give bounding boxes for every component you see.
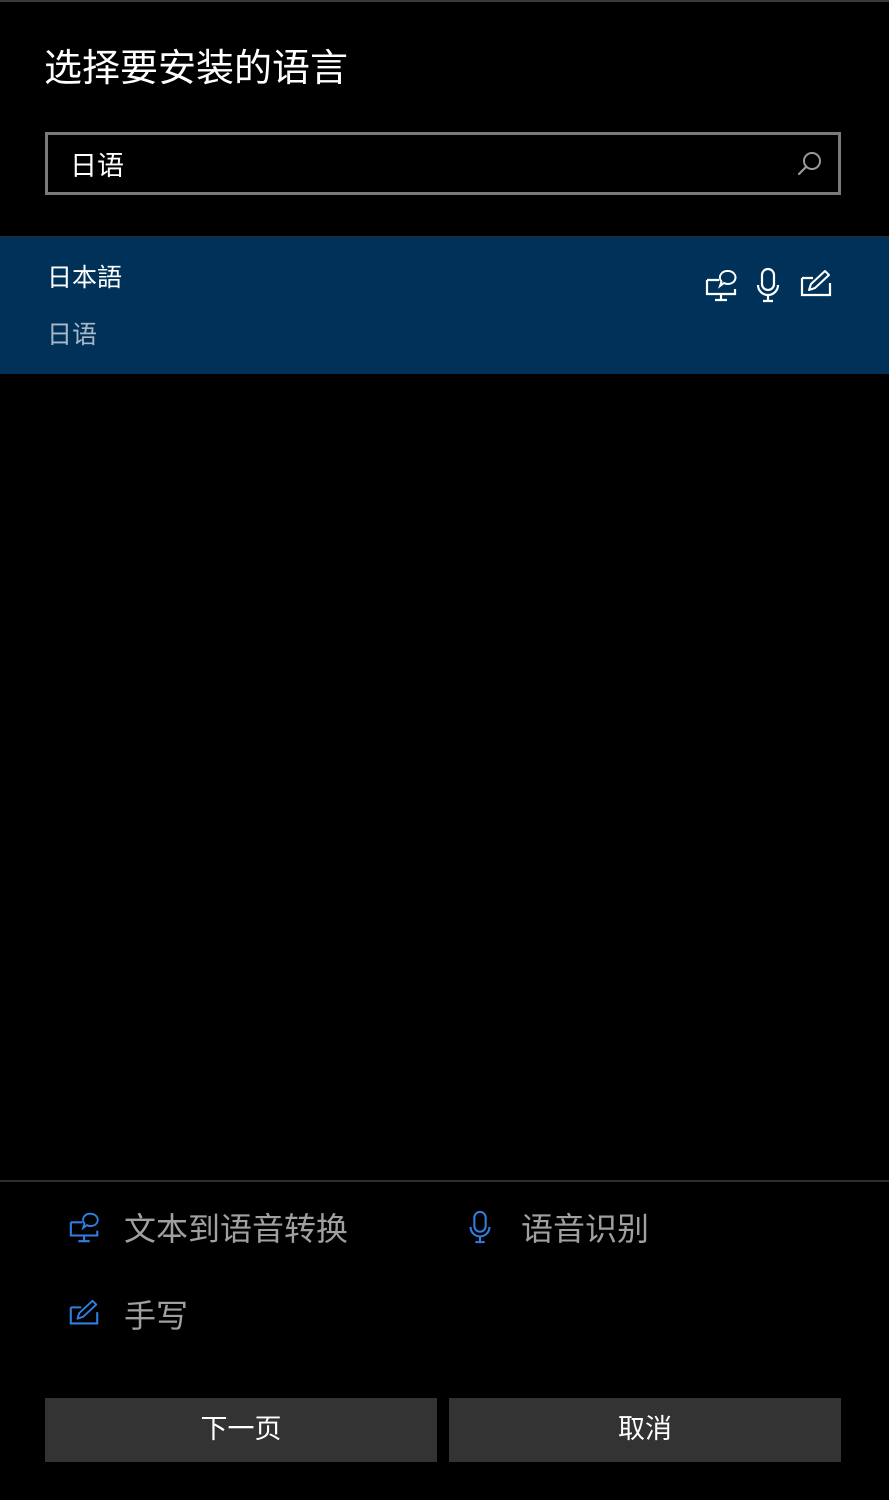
microphone-icon [756, 267, 780, 303]
dialog-title: 选择要安装的语言 [44, 46, 349, 90]
next-button[interactable]: 下一页 [45, 1398, 437, 1462]
legend-label-speech: 语音识别 [521, 1210, 650, 1248]
handwriting-icon [69, 1299, 99, 1325]
handwriting-icon [800, 270, 832, 297]
language-list-item-japanese[interactable]: 日本語 日语 [0, 237, 889, 374]
text-to-speech-icon [705, 270, 737, 302]
text-to-speech-icon [69, 1212, 99, 1243]
search-input[interactable] [48, 135, 800, 192]
window-top-border [0, 0, 889, 2]
legend-divider [0, 1180, 889, 1182]
search-icon[interactable] [796, 150, 824, 178]
language-localized-name: 日语 [47, 320, 98, 349]
microphone-icon [469, 1210, 491, 1244]
search-box[interactable] [45, 132, 841, 195]
legend-label-handwriting: 手写 [124, 1297, 189, 1335]
legend-label-tts: 文本到语音转换 [124, 1210, 349, 1248]
cancel-button[interactable]: 取消 [449, 1398, 841, 1462]
language-native-name: 日本語 [47, 263, 123, 292]
